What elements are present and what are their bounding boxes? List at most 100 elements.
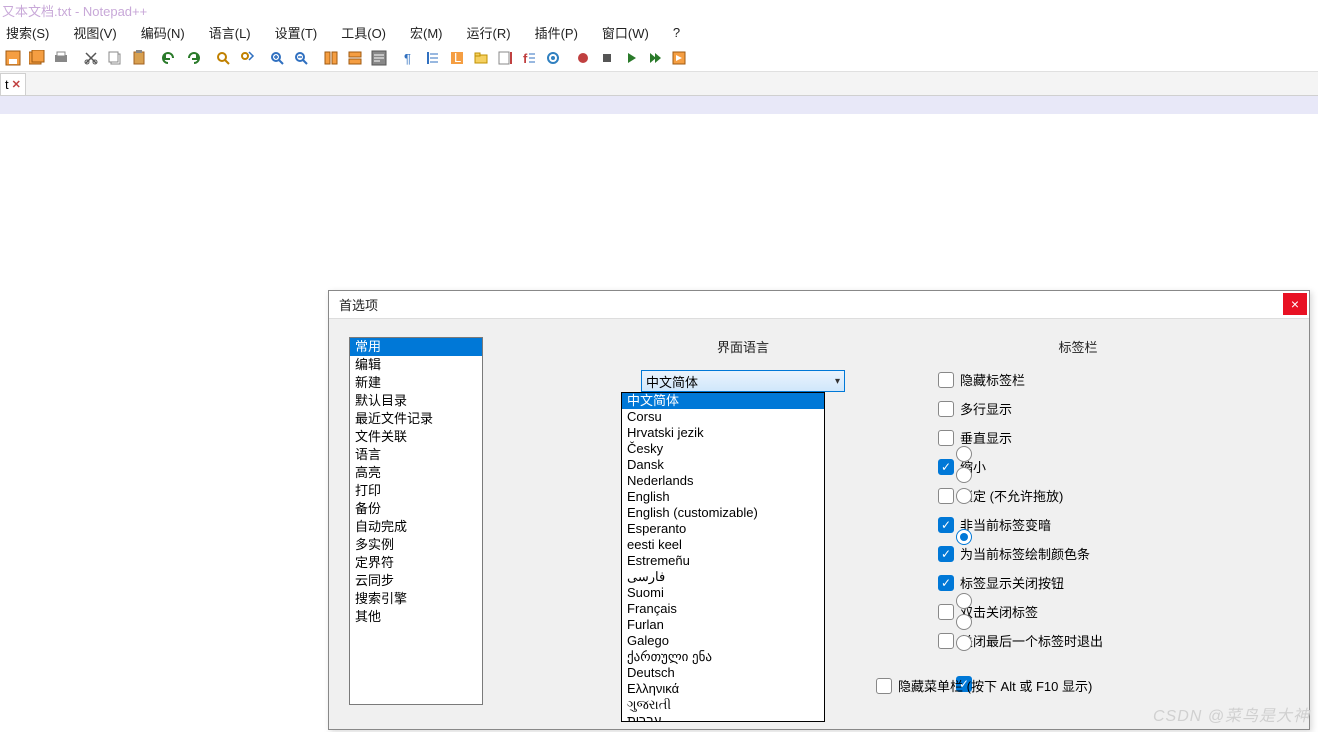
folder-icon[interactable] xyxy=(470,47,492,69)
record-icon[interactable] xyxy=(572,47,594,69)
undo-icon[interactable] xyxy=(158,47,180,69)
dialog-close-button[interactable]: × xyxy=(1283,293,1307,315)
checkbox[interactable] xyxy=(938,604,954,620)
language-option[interactable]: eesti keel xyxy=(622,537,824,553)
redo-icon[interactable] xyxy=(182,47,204,69)
checkbox[interactable] xyxy=(938,633,954,649)
radio-peek[interactable] xyxy=(956,614,972,630)
tab-close-icon[interactable]: ✕ xyxy=(12,78,21,91)
monitor-icon[interactable] xyxy=(542,47,564,69)
category-item[interactable]: 语言 xyxy=(350,446,482,464)
sync-icon[interactable] xyxy=(320,47,342,69)
checkbox[interactable] xyxy=(938,372,954,388)
radio-peek[interactable] xyxy=(956,529,972,545)
language-option[interactable]: English xyxy=(622,489,824,505)
radio-peek[interactable] xyxy=(956,593,972,609)
checkbox[interactable] xyxy=(938,488,954,504)
menu-view[interactable]: 视图(V) xyxy=(67,21,122,44)
menu-macro[interactable]: 宏(M) xyxy=(404,21,449,44)
language-option[interactable]: Estremeñu xyxy=(622,553,824,569)
print-icon[interactable] xyxy=(50,47,72,69)
replace-icon[interactable] xyxy=(236,47,258,69)
language-option[interactable]: 中文简体 xyxy=(622,393,824,409)
save-macro-icon[interactable] xyxy=(668,47,690,69)
language-option[interactable]: ગુજરાતી xyxy=(622,697,824,713)
category-item[interactable]: 搜索引擎 xyxy=(350,590,482,608)
save-icon[interactable] xyxy=(2,47,24,69)
language-option[interactable]: Dansk xyxy=(622,457,824,473)
category-item[interactable]: 其他 xyxy=(350,608,482,626)
menu-plugins[interactable]: 插件(P) xyxy=(529,21,584,44)
save-all-icon[interactable] xyxy=(26,47,48,69)
language-option[interactable]: فارسی xyxy=(622,569,824,585)
menu-language[interactable]: 语言(L) xyxy=(203,21,257,44)
category-item[interactable]: 打印 xyxy=(350,482,482,500)
checkbox[interactable] xyxy=(938,546,954,562)
language-option[interactable]: English (customizable) xyxy=(622,505,824,521)
radio-peek[interactable] xyxy=(956,467,972,483)
zoom-in-icon[interactable] xyxy=(266,47,288,69)
language-option[interactable]: עברית xyxy=(622,713,824,722)
checkbox[interactable] xyxy=(938,459,954,475)
category-item[interactable]: 备份 xyxy=(350,500,482,518)
language-option[interactable]: Français xyxy=(622,601,824,617)
hide-menubar-checkbox[interactable] xyxy=(876,678,892,694)
language-option[interactable]: Esperanto xyxy=(622,521,824,537)
language-option[interactable]: Ελληνικά xyxy=(622,681,824,697)
wrap-icon[interactable] xyxy=(368,47,390,69)
language-option[interactable]: Furlan xyxy=(622,617,824,633)
indent-guide-icon[interactable] xyxy=(422,47,444,69)
category-item[interactable]: 云同步 xyxy=(350,572,482,590)
checkbox[interactable] xyxy=(938,401,954,417)
language-dropdown[interactable]: 中文简体CorsuHrvatski jezikČeskyDanskNederla… xyxy=(621,392,825,722)
checkbox[interactable] xyxy=(938,517,954,533)
language-option[interactable]: Hrvatski jezik xyxy=(622,425,824,441)
menu-tools[interactable]: 工具(O) xyxy=(335,21,392,44)
language-option[interactable]: ქართული ენა xyxy=(622,649,824,665)
category-item[interactable]: 新建 xyxy=(350,374,482,392)
checkbox[interactable] xyxy=(938,575,954,591)
language-option[interactable]: Galego xyxy=(622,633,824,649)
category-item[interactable]: 定界符 xyxy=(350,554,482,572)
language-option[interactable]: Česky xyxy=(622,441,824,457)
category-item[interactable]: 默认目录 xyxy=(350,392,482,410)
category-item[interactable]: 最近文件记录 xyxy=(350,410,482,428)
doc-map-icon[interactable] xyxy=(494,47,516,69)
document-tab[interactable]: t ✕ xyxy=(0,73,26,95)
category-item[interactable]: 编辑 xyxy=(350,356,482,374)
radio-peek[interactable] xyxy=(956,488,972,504)
category-item[interactable]: 常用 xyxy=(350,338,482,356)
category-item[interactable]: 自动完成 xyxy=(350,518,482,536)
language-option[interactable]: Corsu xyxy=(622,409,824,425)
menu-settings[interactable]: 设置(T) xyxy=(269,21,324,44)
play-multi-icon[interactable] xyxy=(644,47,666,69)
category-list[interactable]: 常用编辑新建默认目录最近文件记录文件关联语言高亮打印备份自动完成多实例定界符云同… xyxy=(349,337,483,705)
user-lang-icon[interactable]: L xyxy=(446,47,468,69)
radio-peek[interactable] xyxy=(956,446,972,462)
language-option[interactable]: Deutsch xyxy=(622,665,824,681)
menu-run[interactable]: 运行(R) xyxy=(461,21,517,44)
func-list-icon[interactable]: f xyxy=(518,47,540,69)
menu-encoding[interactable]: 编码(N) xyxy=(135,21,191,44)
language-combo[interactable]: 中文简体 ▾ xyxy=(641,370,845,392)
menu-window[interactable]: 窗口(W) xyxy=(596,21,655,44)
language-option[interactable]: Suomi xyxy=(622,585,824,601)
category-item[interactable]: 多实例 xyxy=(350,536,482,554)
sync-h-icon[interactable] xyxy=(344,47,366,69)
radio-peek[interactable] xyxy=(956,635,972,651)
category-item[interactable]: 高亮 xyxy=(350,464,482,482)
cut-icon[interactable] xyxy=(80,47,102,69)
copy-icon[interactable] xyxy=(104,47,126,69)
menu-search[interactable]: 搜索(S) xyxy=(0,21,55,44)
language-option[interactable]: Nederlands xyxy=(622,473,824,489)
show-para-icon[interactable]: ¶ xyxy=(398,47,420,69)
paste-icon[interactable] xyxy=(128,47,150,69)
zoom-out-icon[interactable] xyxy=(290,47,312,69)
category-item[interactable]: 文件关联 xyxy=(350,428,482,446)
find-icon[interactable] xyxy=(212,47,234,69)
editor-current-line[interactable] xyxy=(0,96,1318,114)
menu-help[interactable]: ? xyxy=(667,23,686,42)
play-icon[interactable] xyxy=(620,47,642,69)
checkbox[interactable] xyxy=(938,430,954,446)
stop-icon[interactable] xyxy=(596,47,618,69)
